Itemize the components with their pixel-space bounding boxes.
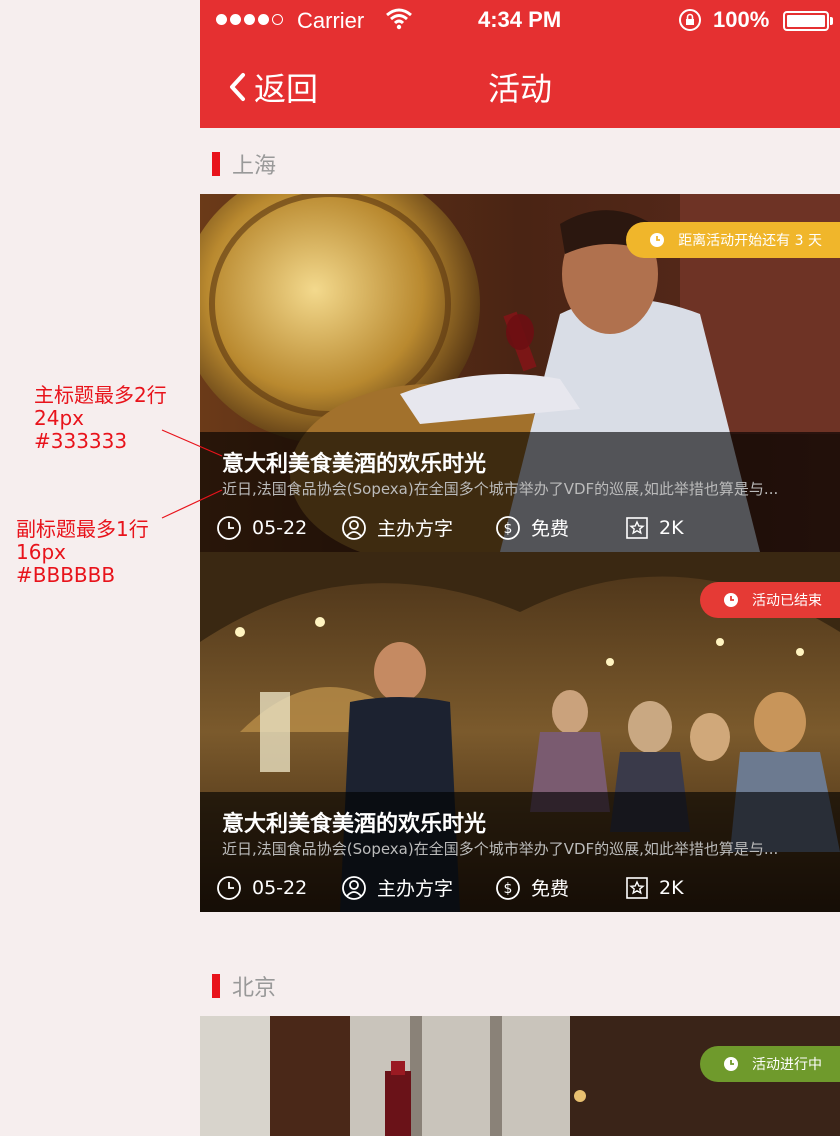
card-meta: 05-22 主办方字 $ 免费 2K <box>216 874 684 901</box>
meta-date: 05-22 <box>216 875 341 901</box>
meta-organizer-text: 主办方字 <box>377 878 454 900</box>
meta-organizer-text: 主办方字 <box>377 518 454 540</box>
clock-icon <box>724 593 738 607</box>
card-title: 意大利美食美酒的欢乐时光 <box>222 452 487 477</box>
clock-icon <box>217 515 241 540</box>
annotation-line: 16px <box>16 540 66 564</box>
svg-text:$: $ <box>504 521 513 537</box>
annotation-line: 副标题最多1行 <box>16 517 149 541</box>
section-header-beijing: 北京 <box>212 970 276 1002</box>
rotation-lock-icon <box>678 8 702 38</box>
annotation-title-rules: 主标题最多2行 24px #333333 <box>34 384 167 453</box>
dollar-icon: $ <box>496 515 520 540</box>
meta-organizer: 主办方字 <box>341 874 495 901</box>
badge-label: 距离活动开始还有 3 天 <box>678 233 822 249</box>
signal-icon <box>216 14 283 25</box>
meta-organizer: 主办方字 <box>341 514 495 541</box>
wifi-icon <box>386 8 412 36</box>
status-badge: 活动已结束 <box>700 582 840 618</box>
clock-icon <box>217 875 241 900</box>
card-meta: 05-22 主办方字 $ 免费 2K <box>216 514 684 541</box>
battery-percent: 100% <box>713 7 770 32</box>
meta-price: $ 免费 <box>495 874 625 901</box>
clock-icon <box>724 1057 738 1071</box>
annotation-line: 主标题最多2行 <box>34 383 167 407</box>
carrier-name: Carrier <box>297 8 365 33</box>
card-subtitle: 近日,法国食品协会(Sopexa)在全国多个城市举办了VDF的巡展,如此举措也算… <box>222 840 779 858</box>
meta-price: $ 免费 <box>495 514 625 541</box>
user-icon <box>342 875 366 900</box>
annotation-line: #333333 <box>34 429 128 453</box>
meta-favorites-text: 2K <box>659 876 684 899</box>
card-info-panel: 意大利美食美酒的欢乐时光 近日,法国食品协会(Sopexa)在全国多个城市举办了… <box>200 432 840 552</box>
phone-screen: Carrier 4:34 PM 100% 返回 活动 上海 距离活动开始还有 3… <box>200 0 840 1136</box>
meta-price-text: 免费 <box>531 518 570 540</box>
meta-date-text: 05-22 <box>252 876 308 899</box>
user-icon <box>342 515 366 540</box>
status-badge: 活动进行中 <box>700 1046 840 1082</box>
badge-label: 活动已结束 <box>752 593 822 609</box>
app-header: Carrier 4:34 PM 100% 返回 活动 <box>200 0 840 128</box>
badge-label: 活动进行中 <box>752 1057 822 1073</box>
annotation-line: #BBBBBB <box>16 563 116 587</box>
section-header-shanghai: 上海 <box>212 148 276 180</box>
clock-icon <box>650 233 665 247</box>
star-bookmark-icon <box>626 876 648 899</box>
battery-tip <box>830 17 833 25</box>
meta-favorites-text: 2K <box>659 516 684 539</box>
event-card[interactable]: 距离活动开始还有 3 天 意大利美食美酒的欢乐时光 近日,法国食品协会(Sope… <box>200 194 840 552</box>
section-marker <box>212 974 220 998</box>
dollar-icon: $ <box>496 875 520 900</box>
page-title: 活动 <box>487 70 552 108</box>
section-title: 北京 <box>232 976 277 1001</box>
meta-favorites[interactable]: 2K <box>625 516 684 540</box>
status-time: 4:34 PM <box>478 7 562 32</box>
meta-price-text: 免费 <box>531 878 570 900</box>
meta-date: 05-22 <box>216 515 341 541</box>
card-title: 意大利美食美酒的欢乐时光 <box>222 812 487 837</box>
svg-text:$: $ <box>504 881 513 897</box>
star-bookmark-icon <box>626 516 648 539</box>
card-subtitle: 近日,法国食品协会(Sopexa)在全国多个城市举办了VDF的巡展,如此举措也算… <box>222 480 779 498</box>
section-marker <box>212 152 220 176</box>
event-card[interactable]: 活动进行中 <box>200 1016 840 1136</box>
annotation-subtitle-rules: 副标题最多1行 16px #BBBBBB <box>16 518 149 587</box>
section-title: 上海 <box>232 154 277 179</box>
status-bar: Carrier 4:34 PM 100% <box>200 0 840 40</box>
meta-favorites[interactable]: 2K <box>625 876 684 900</box>
status-badge: 距离活动开始还有 3 天 <box>626 222 840 258</box>
annotation-line: 24px <box>34 406 84 430</box>
event-card[interactable]: 活动已结束 意大利美食美酒的欢乐时光 近日,法国食品协会(Sopexa)在全国多… <box>200 552 840 912</box>
card-info-panel: 意大利美食美酒的欢乐时光 近日,法国食品协会(Sopexa)在全国多个城市举办了… <box>200 792 840 912</box>
battery-icon <box>783 11 829 31</box>
meta-date-text: 05-22 <box>252 516 308 539</box>
